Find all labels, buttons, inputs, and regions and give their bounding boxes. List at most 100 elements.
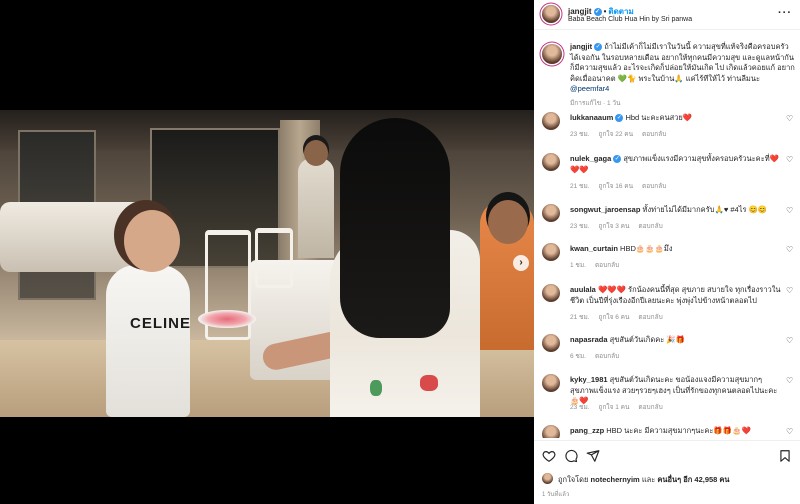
liked-by-and: และ bbox=[641, 475, 656, 484]
comment-avatar[interactable] bbox=[542, 425, 560, 438]
comment-body: auulala ❤️❤️❤️ รักน้องคนนี้ที่สุด สุขภาย… bbox=[570, 285, 784, 306]
comment-body: napasrada สุขสันต์วันเกิดคะ 🎉🎁 bbox=[570, 335, 784, 346]
comment-meta: 1 ชม. ตอบกลับ bbox=[570, 260, 628, 270]
verified-badge-icon: ✓ bbox=[615, 114, 624, 123]
comment-username[interactable]: auulala bbox=[570, 285, 596, 294]
comment-avatar[interactable] bbox=[542, 243, 560, 261]
comment-username[interactable]: songwut_jaroensap bbox=[570, 205, 640, 214]
comment-reply-button[interactable]: ตอบกลับ bbox=[638, 314, 662, 321]
post-media-pane: CELINE › bbox=[0, 0, 534, 504]
comment-reply-button[interactable]: ตอบกลับ bbox=[638, 223, 662, 230]
next-image-button[interactable]: › bbox=[513, 255, 529, 271]
comment-text: HBD นะคะ มีความสุขมากๆนะคะ🎁🎁🎂❤️ bbox=[606, 426, 751, 435]
comment-avatar[interactable] bbox=[542, 204, 560, 222]
post-photo[interactable]: CELINE bbox=[0, 110, 534, 417]
liked-by-text[interactable]: ถูกใจโดย notechernyim และ คนอื่นๆ อีก 42… bbox=[558, 474, 730, 486]
comment-item: nulek_gaga ✓ สุขภาพแข็งแรงมีความสุขทั้งคร… bbox=[542, 153, 798, 197]
heart-outline-icon[interactable]: ♡ bbox=[786, 115, 794, 123]
author-username[interactable]: jangjit bbox=[568, 7, 592, 16]
comment-body: songwut_jaroensap ทั้งท่ายไม่ได้มีมากครั… bbox=[570, 205, 784, 216]
heart-outline-icon[interactable]: ♡ bbox=[786, 428, 794, 436]
photo-woman-hair bbox=[340, 118, 450, 338]
comment-item: kwan_curtain HBD🎂🎂🎂มึง 1 ชม. ตอบกลับ ♡ bbox=[542, 243, 798, 287]
comment-avatar[interactable] bbox=[542, 334, 560, 352]
photo-dress-print bbox=[420, 375, 438, 391]
caption-edited-label: มีการแก้ไข bbox=[570, 100, 602, 107]
caption-username[interactable]: jangjit bbox=[570, 42, 592, 51]
liked-by-avatar[interactable] bbox=[542, 473, 553, 484]
comment-reply-button[interactable]: ตอบกลับ bbox=[595, 353, 619, 360]
heart-outline-icon[interactable]: ♡ bbox=[786, 246, 794, 254]
comment-body: pang_zzp HBD นะคะ มีความสุขมากๆนะคะ🎁🎁🎂❤️ bbox=[570, 426, 784, 437]
comments-list[interactable]: jangjit ✓ ถ้าไม่มีเค้าก็ไม่มีเราในวันนี้ … bbox=[534, 34, 800, 438]
comment-item: pang_zzp HBD นะคะ มีความสุขมากๆนะคะ🎁🎁🎂❤️… bbox=[542, 425, 798, 438]
caption-mention[interactable]: @peemfar4 bbox=[570, 84, 609, 93]
comment-text: ทั้งท่ายไม่ได้มีมากครับ🙏♥ #4ไร 😊😊 bbox=[642, 205, 768, 214]
comment-avatar[interactable] bbox=[542, 112, 560, 130]
comment-username[interactable]: napasrada bbox=[570, 335, 608, 344]
post-actions-bar: ถูกใจโดย notechernyim และ คนอื่นๆ อีก 42… bbox=[534, 440, 800, 504]
comment-avatar[interactable] bbox=[542, 153, 560, 171]
post-side-panel: jangjit ✓ • ติดตาม Baba Beach Club Hua Hin … bbox=[534, 0, 800, 504]
comment-text: Hbd นะคะคนสวย❤️ bbox=[625, 113, 693, 122]
like-heart-icon[interactable] bbox=[542, 449, 556, 463]
liked-by-user[interactable]: notechernyim bbox=[591, 475, 640, 484]
comment-username[interactable]: lukkanaaum bbox=[570, 113, 613, 122]
verified-badge-icon: ✓ bbox=[594, 43, 603, 52]
heart-outline-icon[interactable]: ♡ bbox=[786, 337, 794, 345]
photo-flower-plate bbox=[198, 310, 256, 328]
heart-outline-icon[interactable]: ♡ bbox=[786, 207, 794, 215]
comment-time: 23 ชม. bbox=[570, 131, 590, 138]
comment-bubble-icon[interactable] bbox=[564, 449, 578, 463]
comment-likes[interactable]: ถูกใจ 22 คน bbox=[599, 131, 634, 138]
comment-username[interactable]: pang_zzp bbox=[570, 426, 604, 435]
heart-outline-icon[interactable]: ♡ bbox=[786, 156, 794, 164]
comment-reply-button[interactable]: ตอบกลับ bbox=[638, 404, 662, 411]
comment-body: lukkanaaum ✓ Hbd นะคะคนสวย❤️ bbox=[570, 113, 784, 124]
comment-reply-button[interactable]: ตอบกลับ bbox=[642, 131, 666, 138]
author-avatar[interactable] bbox=[542, 5, 560, 23]
comment-meta: 23 ชม. ถูกใจ 1 คน ตอบกลับ bbox=[570, 402, 672, 412]
comment-username[interactable]: kyky_1981 bbox=[570, 375, 608, 384]
liked-by-prefix: ถูกใจโดย bbox=[558, 475, 589, 484]
photo-girl-head bbox=[124, 210, 180, 272]
comment-username[interactable]: nulek_gaga bbox=[570, 154, 611, 163]
comment-time: 23 ชม. bbox=[570, 404, 590, 411]
comment-time: 21 ชม. bbox=[570, 183, 590, 190]
comment-avatar[interactable] bbox=[542, 284, 560, 302]
comment-username[interactable]: kwan_curtain bbox=[570, 244, 618, 253]
comment-time: 6 ชม. bbox=[570, 353, 586, 360]
photo-girl-shirt bbox=[106, 265, 190, 417]
comment-likes[interactable]: ถูกใจ 16 คน bbox=[599, 183, 634, 190]
photo-dress-print bbox=[370, 380, 382, 396]
caption-time: 1 วัน bbox=[606, 100, 621, 107]
heart-outline-icon[interactable]: ♡ bbox=[786, 287, 794, 295]
separator-dot: • bbox=[603, 7, 607, 16]
photo-shirt-text: CELINE bbox=[130, 315, 192, 332]
heart-outline-icon[interactable]: ♡ bbox=[786, 377, 794, 385]
comment-text: HBD🎂🎂🎂มึง bbox=[620, 244, 673, 253]
comment-time: 1 ชม. bbox=[570, 262, 586, 269]
follow-button[interactable]: ติดตาม bbox=[608, 7, 633, 16]
comment-body: nulek_gaga ✓ สุขภาพแข็งแรงมีความสุขทั้งคร… bbox=[570, 154, 784, 175]
more-options-icon[interactable]: ··· bbox=[778, 7, 792, 19]
comment-avatar[interactable] bbox=[542, 374, 560, 392]
bookmark-icon[interactable] bbox=[778, 449, 792, 463]
photo-chair-back bbox=[255, 228, 293, 288]
caption-meta: มีการแก้ไข · 1 วัน bbox=[570, 100, 621, 107]
comment-likes[interactable]: ถูกใจ 6 คน bbox=[599, 314, 630, 321]
post-location[interactable]: Baba Beach Club Hua Hin by Sri panwa bbox=[568, 16, 692, 23]
share-send-icon[interactable] bbox=[586, 449, 600, 463]
comment-likes[interactable]: ถูกใจ 1 คน bbox=[599, 404, 630, 411]
comment-body: kwan_curtain HBD🎂🎂🎂มึง bbox=[570, 244, 784, 255]
comment-reply-button[interactable]: ตอบกลับ bbox=[642, 183, 666, 190]
liked-by-others[interactable]: คนอื่นๆ อีก 42,958 คน bbox=[657, 475, 729, 484]
caption-avatar[interactable] bbox=[542, 44, 562, 64]
comment-likes[interactable]: ถูกใจ 3 คน bbox=[599, 223, 630, 230]
post-date: 1 วันที่แล้ว bbox=[542, 492, 570, 498]
caption-text: ถ้าไม่มีเค้าก็ไม่มีเราในวันนี้ ความสุขที… bbox=[570, 42, 795, 83]
comment-reply-button[interactable]: ตอบกลับ bbox=[595, 262, 619, 269]
comment-item: auulala ❤️❤️❤️ รักน้องคนนี้ที่สุด สุขภาย… bbox=[542, 284, 798, 328]
caption-body: jangjit ✓ ถ้าไม่มีเค้าก็ไม่มีเราในวันนี้ … bbox=[570, 42, 796, 95]
comment-time: 21 ชม. bbox=[570, 314, 590, 321]
